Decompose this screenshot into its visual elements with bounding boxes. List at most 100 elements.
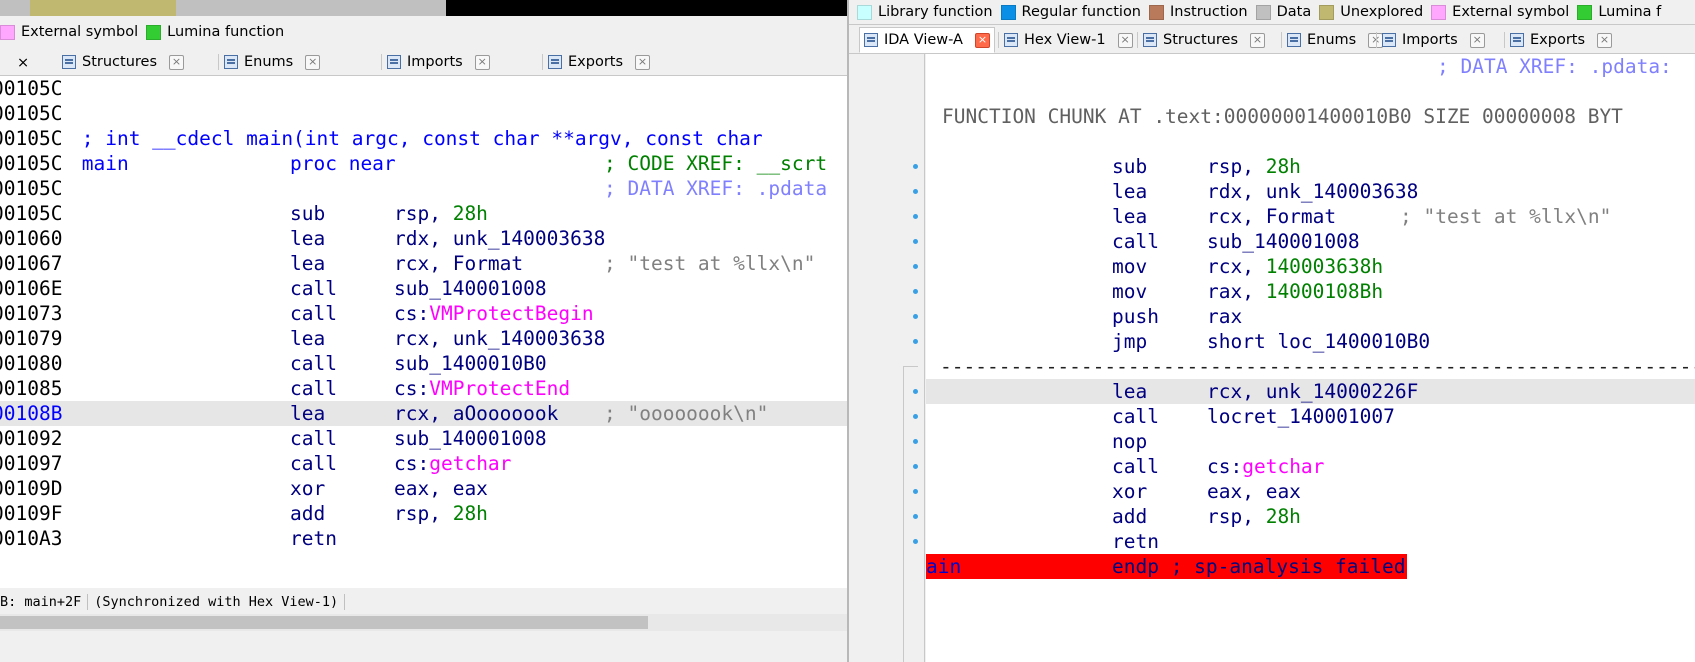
- code-line[interactable]: push rax: [926, 304, 1695, 329]
- code-line[interactable]: add rsp, 28h: [926, 504, 1695, 529]
- operands: eax, eax: [394, 477, 488, 500]
- code-line[interactable]: lea rcx, unk_14000226F: [926, 379, 1695, 404]
- code-line[interactable]: 00106E call sub_140001008: [0, 276, 847, 301]
- close-icon[interactable]: ×: [17, 55, 29, 71]
- code-line[interactable]: mov rcx, 140003638h: [926, 254, 1695, 279]
- legend-swatch: [1577, 4, 1593, 20]
- code-line[interactable]: 00109D xor eax, eax: [0, 476, 847, 501]
- tab-structures[interactable]: Structures ×: [1143, 27, 1266, 53]
- operands: rdx, unk_140003638: [394, 227, 606, 250]
- code-line[interactable]: 00105C sub rsp, 28h: [0, 201, 847, 226]
- code-line[interactable]: 00105C ; DATA XREF: .pdata: [0, 176, 847, 201]
- import-name[interactable]: getchar: [429, 452, 511, 475]
- code-line[interactable]: lea rcx, Format ; "test at %llx\n": [926, 204, 1695, 229]
- close-icon[interactable]: ×: [1597, 32, 1613, 48]
- code-line[interactable]: 001085 call cs:VMProtectEnd: [0, 376, 847, 401]
- line-marker-dot: [913, 414, 918, 419]
- code-line[interactable]: ; DATA XREF: .pdata:: [926, 54, 1695, 79]
- close-icon[interactable]: ×: [1250, 32, 1266, 48]
- line-marker-dot: [913, 289, 918, 294]
- structures-icon: [1143, 33, 1157, 47]
- close-icon[interactable]: ×: [169, 54, 185, 70]
- close-icon[interactable]: ×: [974, 32, 990, 48]
- operands: rcx, 140003638h: [1207, 255, 1384, 278]
- legend-swatch: [1255, 4, 1271, 20]
- mnemonic: call: [1112, 455, 1159, 478]
- tab-enums[interactable]: Enums×: [224, 49, 321, 75]
- close-icon[interactable]: ×: [474, 54, 490, 70]
- code-line[interactable]: 00105C ; int __cdecl main(int argc, cons…: [0, 126, 847, 151]
- scrollbar-thumb[interactable]: [0, 616, 648, 629]
- mnemonic: call: [290, 377, 337, 400]
- operands: rcx, aOooooook: [394, 402, 559, 425]
- close-icon[interactable]: ×: [1469, 32, 1485, 48]
- address: 00105C: [0, 77, 63, 100]
- mnemonic: add: [1112, 505, 1148, 528]
- ida-view-icon: [864, 33, 878, 47]
- tab-exports[interactable]: Exports ×: [1510, 27, 1613, 53]
- number: 140003638h: [1265, 255, 1384, 278]
- import-name[interactable]: getchar: [1242, 455, 1324, 478]
- code-line[interactable]: 001079 lea rcx, unk_140003638: [0, 326, 847, 351]
- code-line[interactable]: 00109F add rsp, 28h: [0, 501, 847, 526]
- close-icon[interactable]: ×: [1117, 32, 1133, 48]
- horizontal-scrollbar[interactable]: [0, 614, 847, 631]
- code-line[interactable]: call locret_140001007: [926, 404, 1695, 429]
- tab-ida-view-a[interactable]: IDA View-A ×: [859, 27, 995, 53]
- code-line[interactable]: 001080 call sub_1400010B0: [0, 351, 847, 376]
- mnemonic: call: [290, 277, 337, 300]
- operands: rcx, Format: [394, 252, 524, 275]
- status-bar: B: main+2F (Synchronized with Hex View-1…: [0, 590, 351, 614]
- mnemonic: add: [290, 502, 326, 525]
- disassembly-listing[interactable]: ; DATA XREF: .pdata: FUNCTION CHUNK AT .t…: [926, 54, 1695, 662]
- operands: cs:getchar: [1207, 455, 1325, 478]
- code-line[interactable]: mov rax, 14000108Bh: [926, 279, 1695, 304]
- tab-bar: × Structures × Enums × Imports × Exports ×: [0, 49, 847, 76]
- structures-icon: [62, 55, 76, 69]
- close-icon[interactable]: ×: [305, 54, 321, 70]
- tab-exports[interactable]: Exports ×: [548, 49, 651, 75]
- code-line[interactable]: sub rsp, 28h: [926, 154, 1695, 179]
- code-line[interactable]: 00105C: [0, 76, 847, 101]
- navigation-band[interactable]: [0, 0, 847, 16]
- code-line[interactable]: call cs:getchar: [926, 454, 1695, 479]
- legend-label: Data: [1276, 4, 1312, 20]
- code-line[interactable]: ----------------------------------------…: [926, 354, 1695, 379]
- code-line[interactable]: 001097 call cs:getchar: [0, 451, 847, 476]
- code-line[interactable]: FUNCTION CHUNK AT .text:00000001400010B0…: [926, 104, 1695, 129]
- operands: rcx, Format: [1207, 205, 1337, 228]
- code-line[interactable]: 001067 lea rcx, Format ; "test at %llx\n": [0, 251, 847, 276]
- code-line[interactable]: retn: [926, 529, 1695, 554]
- tab-imports[interactable]: Imports ×: [1382, 27, 1485, 53]
- tab-imports[interactable]: Imports ×: [387, 49, 490, 75]
- code-line[interactable]: xor eax, eax: [926, 479, 1695, 504]
- legend-swatch: [1149, 4, 1165, 20]
- code-line[interactable]: 001092 call sub_140001008: [0, 426, 847, 451]
- import-name[interactable]: VMProtectBegin: [429, 302, 593, 325]
- line-marker-dot: [913, 314, 918, 319]
- code-line[interactable]: 00105C: [0, 101, 847, 126]
- tab-separator: [1504, 32, 1505, 48]
- code-line[interactable]: 001060 lea rdx, unk_140003638: [0, 226, 847, 251]
- tab-hex-view-1[interactable]: Hex View-1 ×: [1004, 27, 1133, 53]
- mnemonic: sub: [290, 202, 326, 225]
- mnemonic: lea: [290, 327, 326, 350]
- close-icon[interactable]: ×: [635, 54, 651, 70]
- code-line[interactable]: 00105C main proc near ; CODE XREF: __scrt: [0, 151, 847, 176]
- import-name[interactable]: VMProtectEnd: [429, 377, 570, 400]
- code-line[interactable]: 00108B lea rcx, aOooooook ; "oooooook\n": [0, 401, 847, 426]
- disassembly-listing[interactable]: 00105C00105C00105C ; int __cdecl main(in…: [0, 76, 847, 588]
- code-line[interactable]: lea rdx, unk_140003638: [926, 179, 1695, 204]
- legend-label: Instruction: [1170, 4, 1248, 20]
- code-line[interactable]: ain endp ; sp-analysis failed: [926, 554, 1695, 579]
- tab-enums[interactable]: Enums×: [1287, 27, 1384, 53]
- arrows-gutter: [849, 54, 926, 662]
- code-line[interactable]: 0010A3 retn: [0, 526, 847, 551]
- tab-structures[interactable]: Structures ×: [62, 49, 185, 75]
- legend-label: Library function: [878, 4, 993, 20]
- mnemonic: retn: [290, 527, 337, 550]
- code-line[interactable]: 001073 call cs:VMProtectBegin: [0, 301, 847, 326]
- code-line[interactable]: jmp short loc_1400010B0: [926, 329, 1695, 354]
- code-line[interactable]: call sub_140001008: [926, 229, 1695, 254]
- code-line[interactable]: nop: [926, 429, 1695, 454]
